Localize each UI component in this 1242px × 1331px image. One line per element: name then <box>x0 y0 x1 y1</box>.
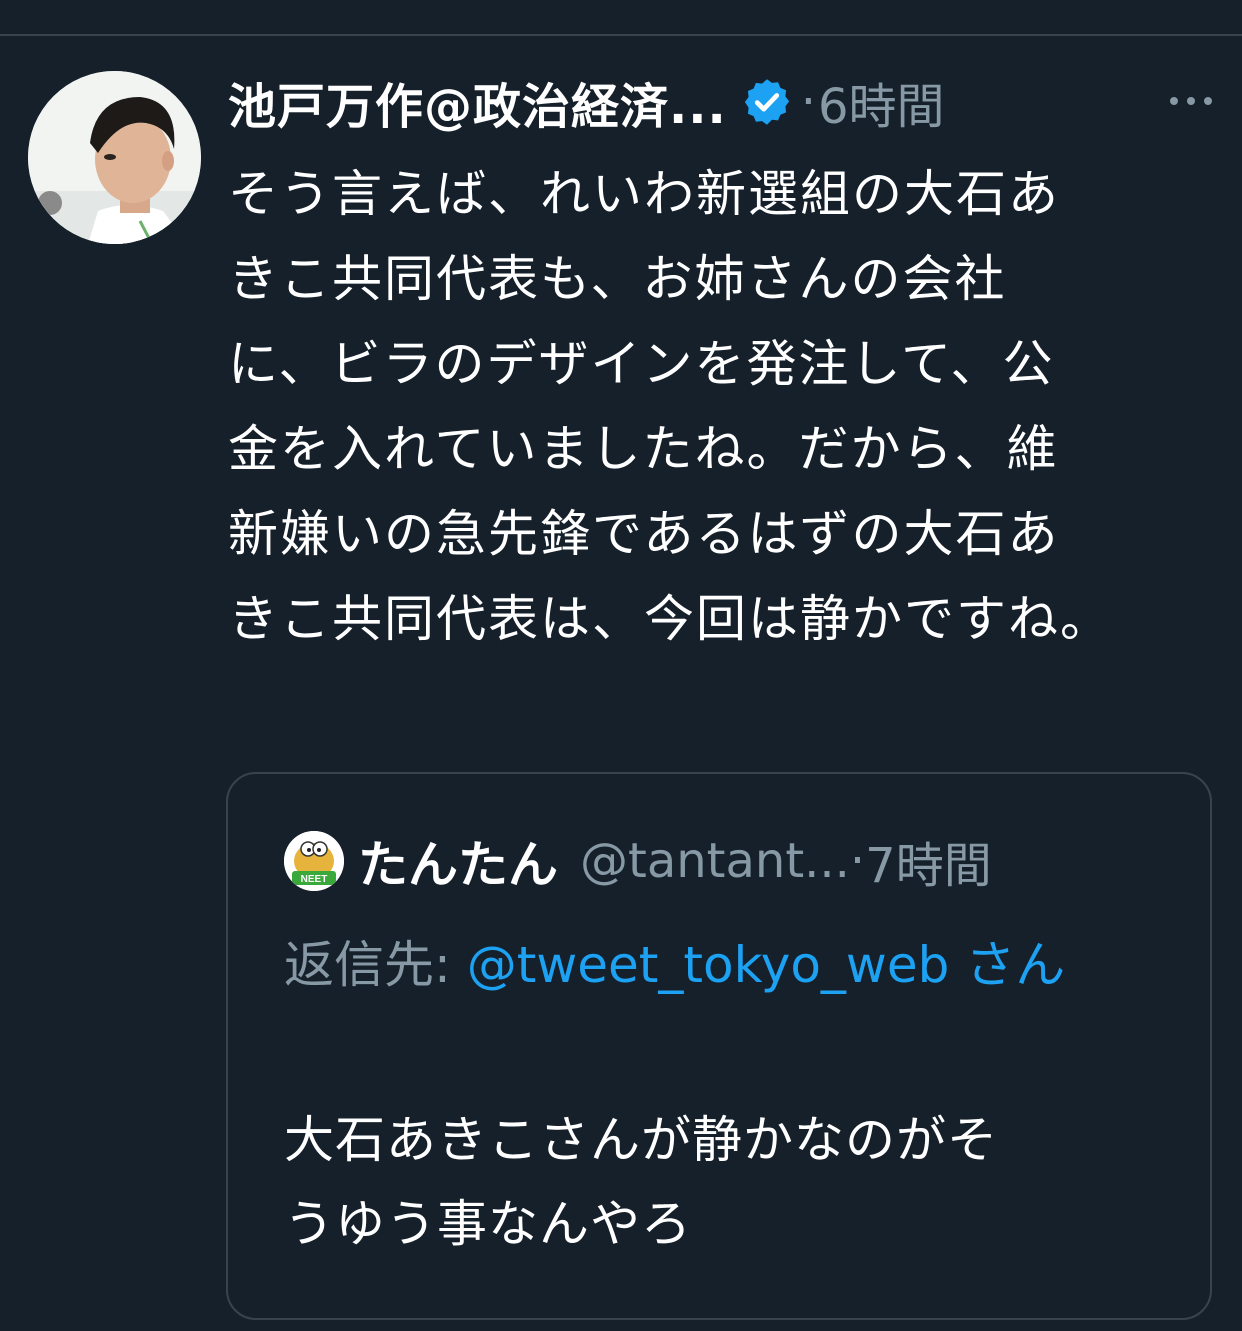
tweet-body: そう言えば、れいわ新選組の大石あ きこ共同代表も、お姉さんの会社 に、ビラのデザ… <box>228 165 1112 648</box>
tweet-header: 池戸万作@政治経済... · 6時間 <box>228 66 945 138</box>
tweet-dot: · <box>800 74 816 130</box>
author-name[interactable]: 池戸万作@政治経済... <box>228 67 727 137</box>
quoted-tweet-header: NEET たんたん @tantant... · 7時間 <box>284 826 992 896</box>
quoted-avatar-label: NEET <box>301 874 328 885</box>
quoted-tweet-dot: · <box>849 833 866 889</box>
reply-suffix: さん <box>949 936 1066 994</box>
tweet-timestamp[interactable]: 6時間 <box>818 67 945 137</box>
author-avatar[interactable] <box>28 71 201 244</box>
top-divider <box>0 34 1242 36</box>
quoted-author-handle[interactable]: @tantant... <box>580 833 850 889</box>
neet-bird-icon: NEET <box>284 831 344 891</box>
more-options-icon[interactable] <box>1164 86 1218 116</box>
verified-badge-icon <box>741 76 793 128</box>
quoted-tweet-card[interactable]: NEET たんたん @tantant... · 7時間 返信先: @tweet_… <box>226 772 1212 1320</box>
quoted-author-name[interactable]: たんたん <box>358 825 558 897</box>
quoted-tweet-body: 大石あきこさんが静かなのがそ うゆう事なんやろ <box>284 1111 998 1253</box>
quoted-author-avatar: NEET <box>284 831 344 891</box>
reply-to-line: 返信先: @tweet_tokyo_web さん <box>284 922 1184 1008</box>
quoted-tweet-timestamp: 7時間 <box>865 838 992 894</box>
reply-prefix: 返信先: <box>284 936 467 994</box>
reply-mention-link[interactable]: @tweet_tokyo_web <box>467 936 950 994</box>
avatar-photo-icon <box>28 71 201 244</box>
